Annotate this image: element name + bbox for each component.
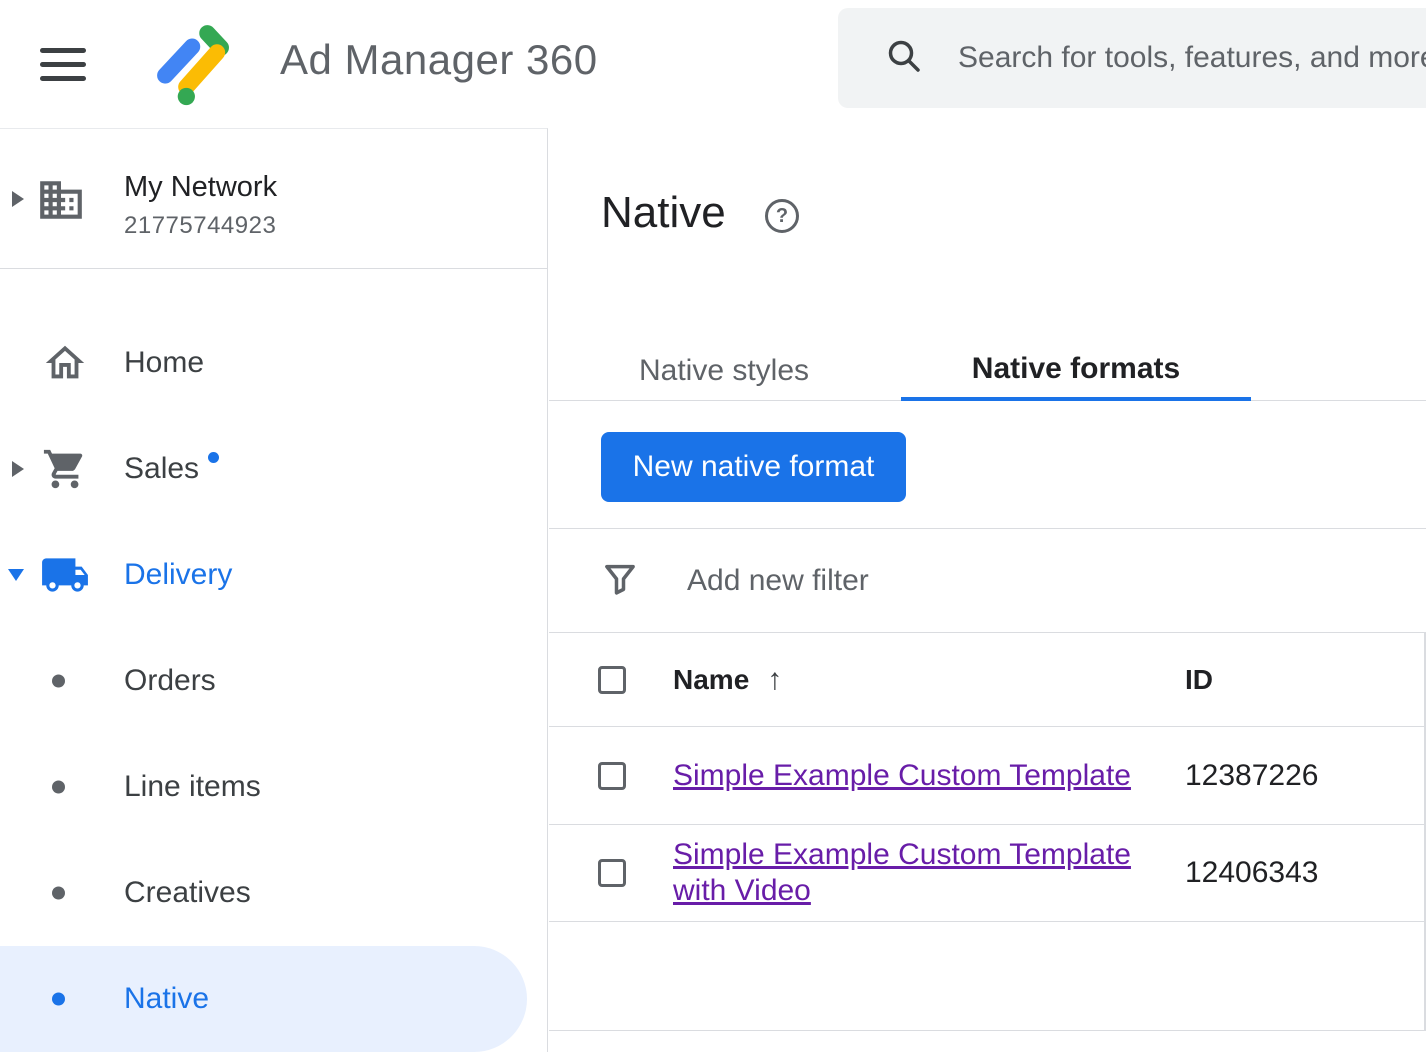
table-row: Simple Example Custom Template 12387226 xyxy=(549,727,1426,825)
add-filter-bar[interactable]: Add new filter xyxy=(549,528,1426,633)
network-name: My Network xyxy=(124,171,277,204)
ad-manager-logo-icon[interactable] xyxy=(148,16,240,108)
search-icon xyxy=(884,36,924,81)
format-id-cell: 12406343 xyxy=(1185,856,1318,890)
sidebar-item-home[interactable]: Home xyxy=(0,310,547,416)
row-checkbox[interactable] xyxy=(598,859,626,887)
help-icon[interactable]: ? xyxy=(765,199,799,233)
native-formats-table: Name ↑ ID Simple Example Custom Template… xyxy=(549,633,1426,922)
row-checkbox[interactable] xyxy=(598,762,626,790)
search-input[interactable] xyxy=(958,41,1426,75)
table-row: Simple Example Custom Template with Vide… xyxy=(549,825,1426,922)
sidebar-item-label: Native xyxy=(124,982,209,1016)
table-header-row: Name ↑ ID xyxy=(549,633,1426,727)
format-name-cell: Simple Example Custom Template with Vide… xyxy=(673,837,1173,909)
tab-native-formats[interactable]: Native formats xyxy=(901,340,1251,401)
sidebar-item-label: Orders xyxy=(124,664,216,698)
sidebar-item-label: Creatives xyxy=(124,876,251,910)
sidebar-item-native[interactable]: Native xyxy=(0,946,527,1052)
main-content: Native ? Native styles Native formats Ne… xyxy=(549,128,1426,1052)
bullet-icon xyxy=(52,781,65,794)
sidebar-item-line-items[interactable]: Line items xyxy=(0,734,547,840)
page-title: Native xyxy=(601,188,726,238)
expand-down-icon xyxy=(8,569,24,581)
tab-native-styles[interactable]: Native styles xyxy=(609,340,839,401)
table-bottom-border xyxy=(549,1030,1426,1031)
new-native-format-button[interactable]: New native format xyxy=(601,432,906,502)
bullet-icon xyxy=(52,993,65,1006)
network-selector[interactable]: My Network 21775744923 xyxy=(0,129,547,269)
cart-icon xyxy=(40,444,90,494)
notification-dot xyxy=(208,452,219,463)
sidebar-item-label: Line items xyxy=(124,770,261,804)
tabbar: Native styles Native formats xyxy=(549,340,1426,401)
bullet-icon xyxy=(52,675,65,688)
truck-icon xyxy=(40,550,90,600)
expand-right-icon xyxy=(12,191,24,207)
bullet-icon xyxy=(52,887,65,900)
sidebar-item-label: Delivery xyxy=(124,558,232,592)
sidebar-item-delivery[interactable]: Delivery xyxy=(0,522,547,628)
expand-right-icon xyxy=(12,461,24,477)
format-link[interactable]: Simple Example Custom Template xyxy=(673,759,1131,792)
menu-icon[interactable] xyxy=(40,40,86,88)
topbar: Ad Manager 360 xyxy=(0,0,1426,128)
sidebar: My Network 21775744923 Home Sales xyxy=(0,128,548,1052)
add-filter-label: Add new filter xyxy=(687,564,869,598)
sidebar-item-creatives[interactable]: Creatives xyxy=(0,840,547,946)
format-id-cell: 12387226 xyxy=(1185,759,1318,793)
sidebar-item-label: Sales xyxy=(124,452,199,486)
sidebar-nav: Home Sales Delivery Orders xyxy=(0,269,547,1052)
filter-funnel-icon xyxy=(599,557,641,604)
format-link[interactable]: Simple Example Custom Template with Vide… xyxy=(673,838,1131,907)
network-id: 21775744923 xyxy=(124,212,277,240)
sort-ascending-icon: ↑ xyxy=(767,663,782,697)
format-name-cell: Simple Example Custom Template xyxy=(673,758,1173,794)
column-header-id: ID xyxy=(1185,664,1213,696)
sidebar-item-sales[interactable]: Sales xyxy=(0,416,547,522)
app-title: Ad Manager 360 xyxy=(280,36,598,84)
home-icon xyxy=(40,338,90,388)
search-bar[interactable] xyxy=(838,8,1426,108)
building-icon xyxy=(36,175,86,230)
select-all-checkbox[interactable] xyxy=(598,666,626,694)
sidebar-item-label: Home xyxy=(124,346,204,380)
column-header-name[interactable]: Name ↑ xyxy=(673,663,782,697)
sidebar-item-orders[interactable]: Orders xyxy=(0,628,547,734)
